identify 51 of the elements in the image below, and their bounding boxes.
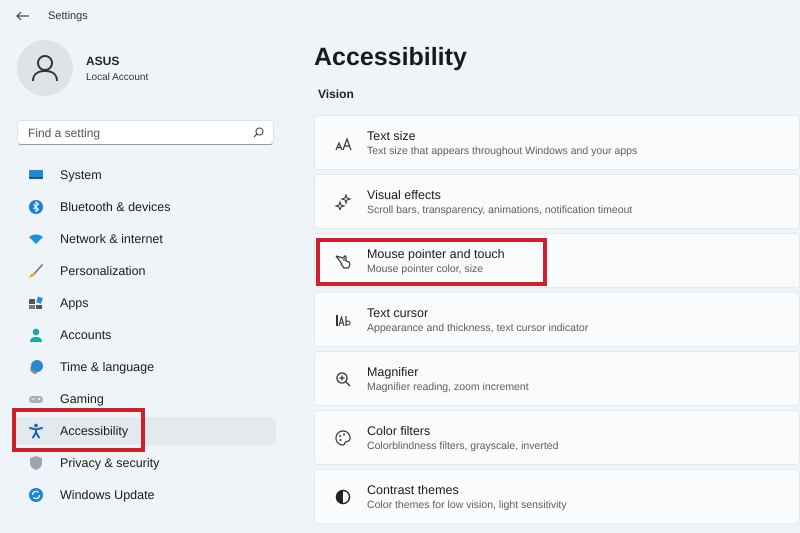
card-description: Color themes for low vision, light sensitivity — [367, 498, 567, 512]
nav-item[interactable]: System — [12, 161, 276, 189]
pointer-hand-icon — [333, 252, 353, 268]
nav-item[interactable]: Time & language — [12, 353, 276, 381]
palette-icon — [333, 430, 353, 446]
card-title: Contrast themes — [367, 482, 460, 498]
account-type: Local Account — [86, 70, 148, 84]
settings-card[interactable]: Text cursor Appearance and thickness, text cursor indicator — [314, 292, 800, 347]
card-title: Text size — [367, 128, 417, 144]
card-description: Text size that appears throughout Windows and your apps — [367, 144, 638, 158]
back-icon[interactable] — [16, 11, 30, 21]
nav-item[interactable]: Apps — [12, 289, 276, 317]
settings-card[interactable]: Color filters Colorblindness filters, grayscale, inverted — [314, 410, 800, 465]
settings-card[interactable]: Mouse pointer and touch Mouse pointer color, size — [314, 233, 800, 288]
window-title: Settings — [48, 8, 88, 24]
nav-item[interactable]: Accounts — [12, 321, 276, 349]
nav-item[interactable]: Gaming — [12, 385, 276, 413]
bluetooth-icon — [28, 199, 44, 215]
account-name: ASUS — [86, 52, 120, 70]
contrast-icon — [333, 488, 353, 504]
sparkle-icon — [333, 194, 353, 210]
card-description: Magnifier reading, zoom increment — [367, 380, 529, 394]
people-icon — [28, 327, 44, 343]
nav-item[interactable]: Network & internet — [12, 225, 276, 253]
nav-item[interactable]: Windows Update — [12, 481, 276, 509]
section-heading: Vision — [317, 86, 355, 103]
nav-item[interactable]: Bluetooth & devices — [12, 193, 276, 221]
card-title: Mouse pointer and touch — [367, 246, 505, 262]
search-field[interactable]: Find a setting — [17, 120, 274, 145]
settings-card[interactable]: Text size Text size that appears throughout Windows and your apps — [314, 115, 800, 170]
shield-icon — [28, 455, 44, 471]
card-description: Appearance and thickness, text cursor indicator — [367, 320, 588, 334]
brush-icon — [28, 263, 44, 279]
settings-card[interactable]: Visual effects Scroll bars, transparency, animations, notification timeout — [314, 174, 800, 229]
card-title: Color filters — [367, 422, 432, 438]
settings-card[interactable]: Contrast themes Color themes for low vision, light sensitivity — [314, 469, 800, 524]
search-icon[interactable] — [253, 127, 264, 138]
settings-card[interactable]: Magnifier Magnifier reading, zoom increment — [314, 351, 800, 406]
card-description: Scroll bars, transparency, animations, notification timeout — [367, 202, 632, 216]
card-title: Visual effects — [367, 186, 442, 202]
page-title: Accessibility — [314, 42, 468, 73]
accessibility-icon — [28, 423, 44, 439]
card-title: Magnifier — [367, 364, 420, 380]
nav-item[interactable]: Privacy & security — [12, 449, 276, 477]
apps-icon — [28, 295, 44, 311]
person-icon — [32, 54, 58, 82]
card-description: Mouse pointer color, size — [367, 262, 484, 276]
card-description: Colorblindness filters, grayscale, inverted — [367, 438, 558, 452]
card-title: Text cursor — [367, 304, 430, 320]
nav-item[interactable]: Personalization — [12, 257, 276, 285]
sync-icon — [28, 487, 44, 503]
